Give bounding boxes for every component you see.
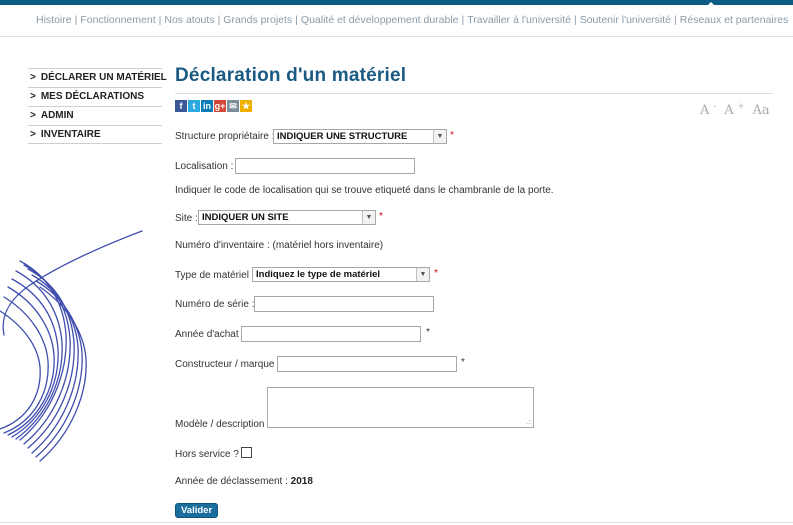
required-marker: * [434, 268, 438, 279]
chevron-right-icon: > [30, 129, 36, 140]
sidebar-item-inventaire[interactable]: > INVENTAIRE [28, 125, 162, 144]
required-marker: * [379, 211, 383, 222]
font-decrease-button[interactable]: A- [700, 102, 717, 119]
out-of-service-checkbox[interactable] [241, 447, 252, 458]
site-select-value: INDIQUER UN SITE [202, 212, 289, 223]
structure-select-value: INDIQUER UNE STRUCTURE [277, 131, 408, 142]
topnav-item-fonctionnement[interactable]: Fonctionnement [80, 14, 155, 26]
linkedin-icon[interactable]: in [201, 100, 213, 112]
site-select[interactable]: INDIQUER UN SITE ▼ [198, 210, 376, 225]
email-icon[interactable]: ✉ [227, 100, 239, 112]
serial-number-input[interactable] [254, 296, 434, 312]
sidebar-item-mes-declarations[interactable]: > MES DÉCLARATIONS [28, 87, 162, 106]
model-description-label: Modèle / description : [175, 419, 271, 430]
chevron-right-icon: > [30, 110, 36, 121]
font-reset-button[interactable]: Aa [752, 103, 769, 118]
google-plus-icon[interactable]: g+ [214, 100, 226, 112]
required-marker: * [450, 130, 454, 141]
topnav-item-nos-atouts[interactable]: Nos atouts [164, 14, 214, 26]
structure-label: Structure propriétaire : [175, 131, 275, 142]
manufacturer-label: Constructeur / marque : [175, 359, 281, 370]
top-navigation: Histoire | Fonctionnement | Nos atouts | Grand… [36, 14, 788, 26]
chevron-right-icon: > [30, 72, 36, 83]
type-select[interactable]: Indiquez le type de matériel ▼ [252, 267, 430, 282]
twitter-icon[interactable]: t [188, 100, 200, 112]
purchase-year-label: Année d'achat : [175, 329, 245, 340]
decorative-scribble-illustration [0, 230, 143, 462]
serial-number-label: Numéro de série : [175, 299, 255, 310]
resize-handle-icon[interactable]: .:: [526, 419, 532, 426]
topnav-separator: | [461, 14, 465, 26]
purchase-year-input[interactable] [241, 326, 421, 342]
topnav-separator: | [674, 14, 677, 26]
facebook-icon[interactable]: f [175, 100, 187, 112]
manufacturer-input[interactable] [277, 356, 457, 372]
sidebar-item-admin[interactable]: > ADMIN [28, 106, 162, 125]
localisation-help-text: Indiquer le code de localisation qui se … [175, 185, 554, 196]
title-divider [175, 93, 773, 94]
topnav-item-reseaux[interactable]: Réseaux et partenaires [680, 14, 789, 26]
topnav-item-grands-projets[interactable]: Grands projets [223, 14, 292, 26]
sidebar-item-label: ADMIN [40, 110, 74, 121]
decommission-year-label: Année de déclassement : [175, 476, 288, 487]
submit-button[interactable]: Valider [175, 503, 219, 518]
page-title: Déclaration d'un matériel [175, 65, 407, 86]
out-of-service-label: Hors service ? [175, 449, 239, 460]
top-brand-bar [0, 0, 793, 9]
sidebar-item-label: MES DÉCLARATIONS [40, 91, 144, 102]
font-decrease-sign: - [713, 102, 717, 111]
topnav-divider [0, 36, 793, 37]
localisation-label: Localisation : [175, 161, 234, 172]
font-increase-sign: + [737, 102, 745, 111]
localisation-input[interactable] [235, 158, 415, 174]
font-increase-button[interactable]: A + [724, 102, 745, 119]
structure-select[interactable]: INDIQUER UNE STRUCTURE ▼ [273, 129, 447, 144]
decommission-year-value: 2018 [290, 476, 313, 487]
social-share-bar: f t in g+ ✉ ★ [175, 100, 252, 112]
sidebar-item-label: INVENTAIRE [40, 129, 101, 140]
type-select-value: Indiquez le type de matériel [256, 269, 381, 280]
chevron-down-icon: ▼ [362, 211, 375, 224]
brand-band [0, 0, 793, 5]
topnav-separator: | [295, 14, 298, 26]
inventory-number-text: Numéro d'inventaire : (matériel hors inv… [175, 240, 384, 251]
chevron-down-icon: ▼ [416, 268, 429, 281]
active-section-notch [705, 2, 717, 8]
topnav-separator: | [217, 14, 221, 26]
font-decrease-letter: A [700, 103, 710, 119]
chevron-right-icon: > [30, 91, 36, 102]
topnav-item-travailler[interactable]: Travailler à l'université [467, 14, 571, 26]
sidebar-menu: > DÉCLARER UN MATÉRIEL > MES DÉCLARATIONS … [28, 68, 167, 144]
decommission-year: Année de déclassement : 2018 [175, 476, 313, 487]
topnav-separator: | [573, 14, 577, 26]
sidebar-item-declarer[interactable]: > DÉCLARER UN MATÉRIEL [28, 68, 167, 87]
required-marker: * [426, 327, 430, 338]
font-size-controls: A- A + Aa [700, 102, 774, 118]
sidebar-item-label: DÉCLARER UN MATÉRIEL [40, 72, 167, 83]
footer-divider [0, 522, 793, 523]
site-label: Site : [175, 213, 198, 224]
favorite-icon[interactable]: ★ [240, 100, 252, 112]
model-description-textarea[interactable]: .:: [267, 387, 534, 428]
chevron-down-icon: ▼ [433, 130, 446, 143]
font-increase-letter: A [724, 103, 734, 119]
topnav-item-soutenir[interactable]: Soutenir l'université [580, 14, 671, 26]
type-label: Type de matériel : [175, 270, 255, 281]
topnav-item-histoire[interactable]: Histoire [36, 14, 72, 26]
topnav-item-qualite[interactable]: Qualité et développement durable [301, 14, 459, 26]
required-marker: * [461, 357, 465, 368]
